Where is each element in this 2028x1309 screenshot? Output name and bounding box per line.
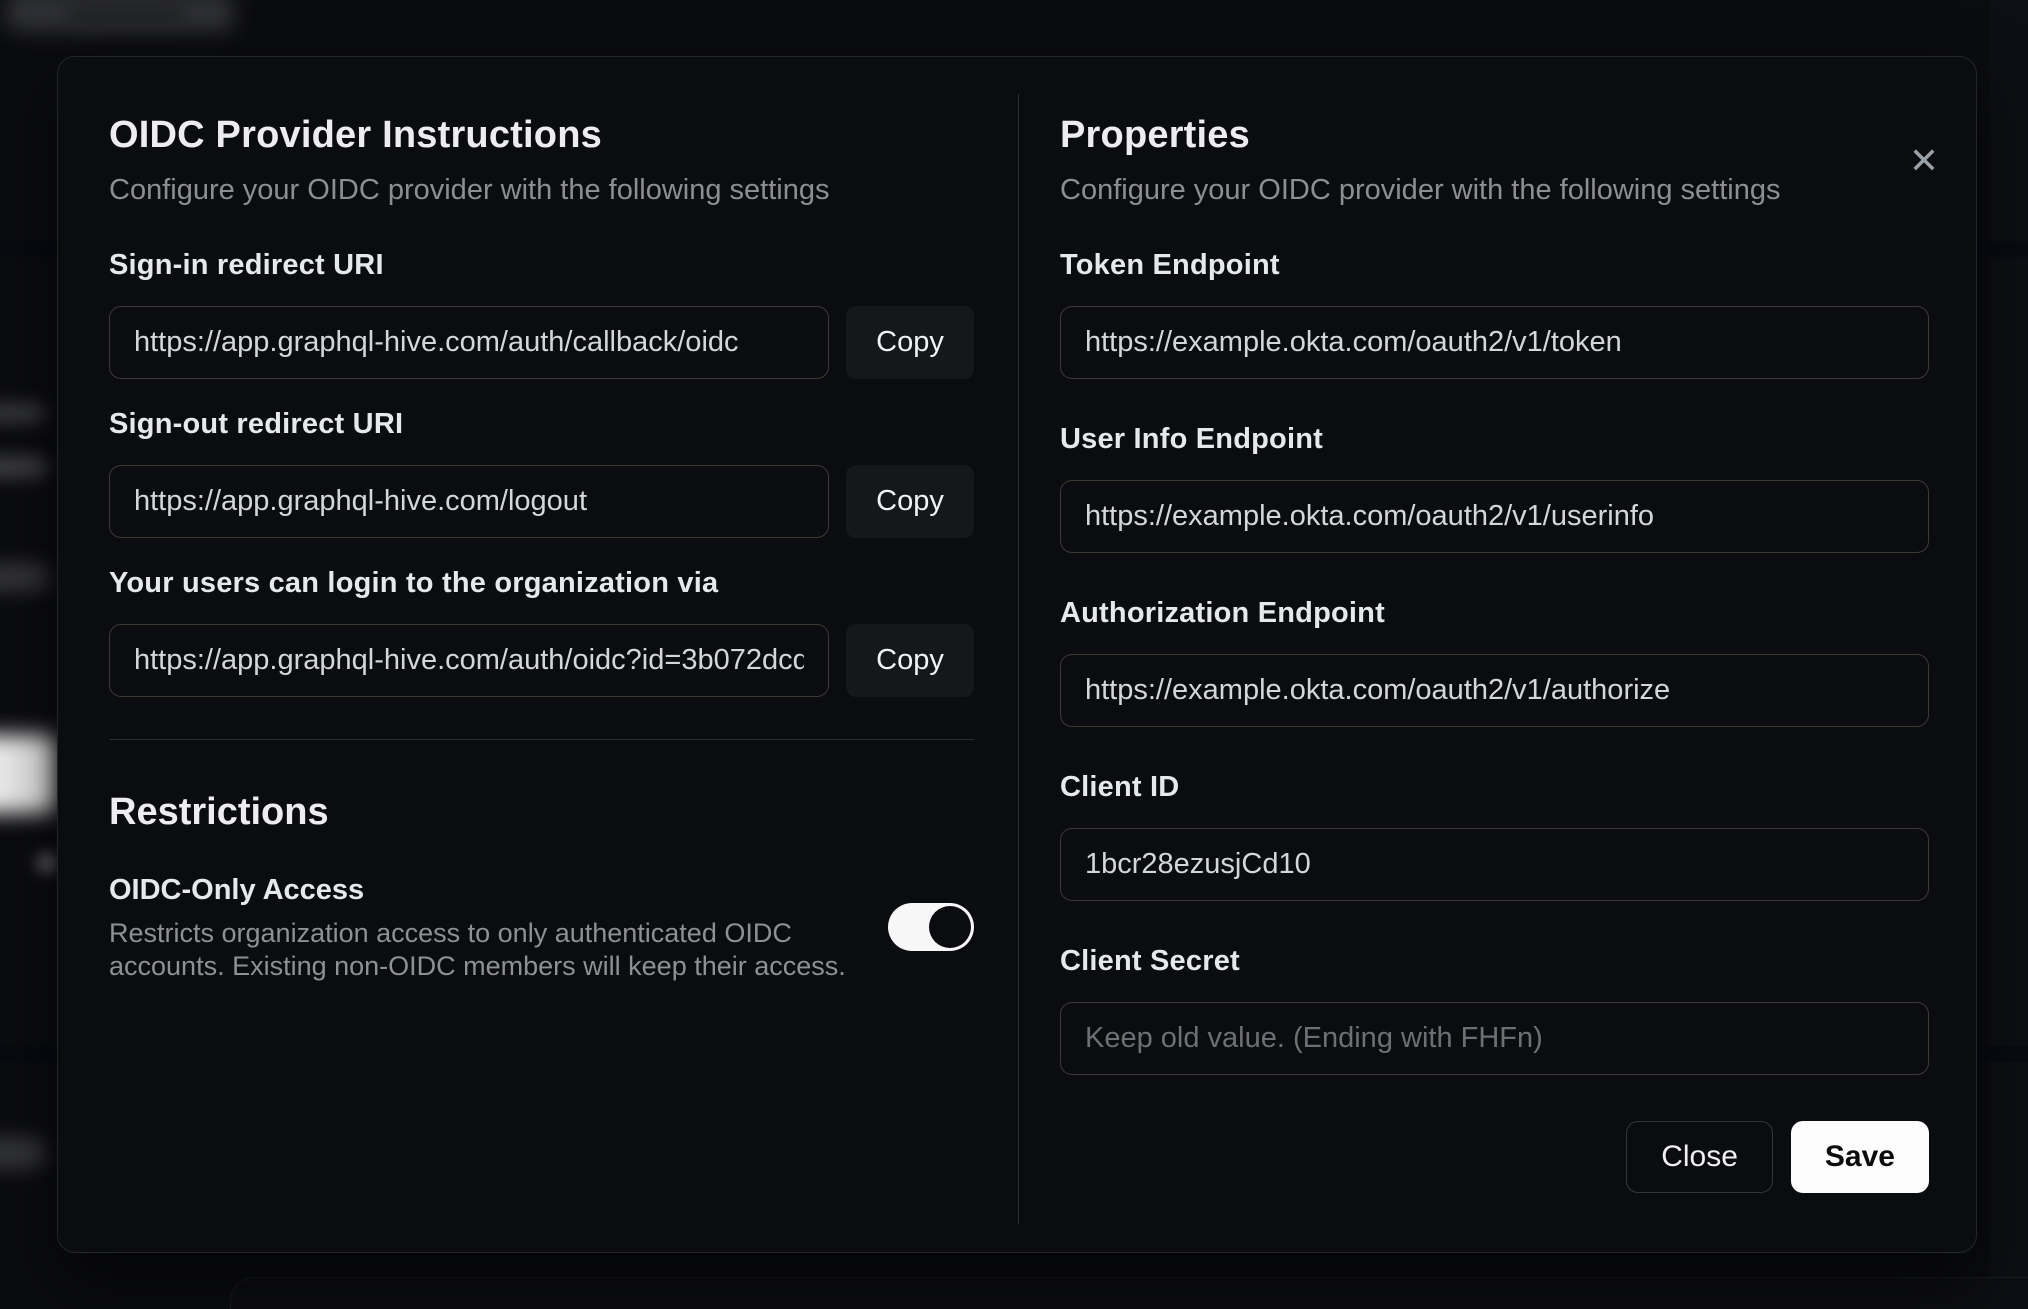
oidc-only-access-toggle[interactable] (888, 903, 974, 951)
toggle-knob (929, 906, 971, 948)
background-text-blur (0, 455, 48, 479)
copy-button[interactable]: Copy (846, 624, 974, 697)
authorization-endpoint-label: Authorization Endpoint (1060, 597, 1385, 629)
background-content-edge (1989, 0, 2028, 1308)
sign-in-redirect-label: Sign-in redirect URI (109, 249, 384, 281)
restrictions-title: Restrictions (109, 791, 329, 833)
instructions-subtitle: Configure your OIDC provider with the fo… (109, 174, 830, 206)
properties-title: Properties (1060, 114, 1250, 156)
client-secret-input[interactable] (1060, 1002, 1929, 1075)
sign-in-redirect-input[interactable] (109, 306, 829, 379)
client-id-input[interactable] (1060, 828, 1929, 901)
dialog-actions: Close Save (1060, 1121, 1929, 1193)
oidc-only-access-label: OIDC-Only Access (109, 874, 365, 906)
token-endpoint-input[interactable] (1060, 306, 1929, 379)
background-logo-blur (66, 4, 186, 28)
sign-out-redirect-field: Sign-out redirect URI Copy (109, 410, 974, 538)
client-secret-label: Client Secret (1060, 945, 1240, 977)
authorization-endpoint-field: Authorization Endpoint (1060, 599, 1929, 727)
background-text-blur (0, 402, 46, 424)
background-text-blur (0, 1136, 46, 1170)
token-endpoint-field: Token Endpoint (1060, 251, 1929, 379)
sign-in-redirect-field: Sign-in redirect URI Copy (109, 251, 974, 379)
client-secret-field: Client Secret (1060, 947, 1929, 1075)
sign-out-redirect-input[interactable] (109, 465, 829, 538)
background-button-blur (0, 735, 56, 813)
properties-column: Properties Configure your OIDC provider … (1017, 57, 1976, 1252)
background-dot-blur (36, 852, 58, 874)
client-id-field: Client ID (1060, 773, 1929, 901)
sign-out-redirect-label: Sign-out redirect URI (109, 408, 404, 440)
section-divider (109, 739, 974, 740)
client-id-label: Client ID (1060, 771, 1180, 803)
oidc-only-access-description: Restricts organization access to only au… (109, 918, 846, 981)
oidc-settings-dialog: ✕ OIDC Provider Instructions Configure y… (57, 56, 1977, 1253)
instructions-title: OIDC Provider Instructions (109, 114, 602, 156)
user-info-endpoint-field: User Info Endpoint (1060, 425, 1929, 553)
login-url-input[interactable] (109, 624, 829, 697)
oidc-only-access-row: OIDC-Only Access Restricts organization … (109, 876, 974, 983)
user-info-endpoint-label: User Info Endpoint (1060, 423, 1323, 455)
save-button[interactable]: Save (1790, 1121, 1929, 1193)
login-url-field: Your users can login to the organization… (109, 569, 974, 697)
background-card-edge (230, 1277, 2028, 1309)
close-button[interactable]: Close (1626, 1121, 1773, 1193)
properties-subtitle: Configure your OIDC provider with the fo… (1060, 174, 1781, 206)
user-info-endpoint-input[interactable] (1060, 480, 1929, 553)
background-text-blur (0, 562, 50, 592)
login-url-label: Your users can login to the organization… (109, 567, 719, 599)
instructions-column: OIDC Provider Instructions Configure you… (58, 57, 1017, 1252)
copy-button[interactable]: Copy (846, 306, 974, 379)
copy-button[interactable]: Copy (846, 465, 974, 538)
token-endpoint-label: Token Endpoint (1060, 249, 1280, 281)
authorization-endpoint-input[interactable] (1060, 654, 1929, 727)
